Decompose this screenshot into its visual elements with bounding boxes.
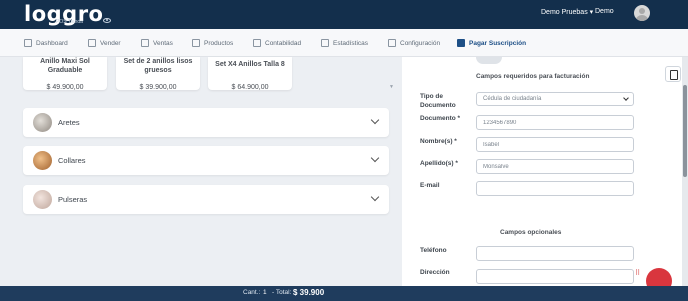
nav-productos[interactable]: Productos — [192, 39, 233, 47]
nav-contabilidad[interactable]: Contabilidad — [253, 39, 301, 47]
email-label: E-mail — [420, 182, 440, 189]
scrollbar-thumb[interactable] — [683, 85, 687, 177]
document-input[interactable] — [476, 115, 634, 130]
category-image — [33, 151, 52, 170]
logo-subtitle: POS Tienda — [56, 19, 83, 25]
avatar[interactable] — [634, 5, 650, 21]
nav-dashboard[interactable]: Dashboard — [24, 39, 68, 47]
apps-grid-icon[interactable]: ⠿ — [635, 270, 641, 280]
nav-estadisticas[interactable]: Estadísticas — [321, 39, 368, 47]
chevron-down-icon — [623, 95, 629, 101]
category-collares[interactable]: Collares — [23, 146, 389, 175]
sales-icon — [141, 39, 149, 47]
required-fields-title: Campos requeridos para facturación — [476, 73, 590, 80]
total-value: $ 39.900 — [293, 288, 325, 297]
dashboard-icon — [24, 39, 32, 47]
chevron-down-icon[interactable] — [370, 115, 380, 125]
category-pulseras[interactable]: Pulseras — [23, 185, 389, 214]
mode-label: Demo — [595, 8, 614, 15]
card-icon — [457, 39, 465, 47]
accounting-icon — [253, 39, 261, 47]
doc-type-label: Tipo de Documento — [420, 93, 456, 109]
nav-ventas[interactable]: Ventas — [141, 39, 173, 47]
nav-configuracion[interactable]: Configuración — [388, 39, 440, 47]
email-input[interactable] — [476, 181, 634, 196]
nav-vender[interactable]: Vender — [88, 39, 121, 47]
store-selector[interactable]: Demo Pruebas ▾ — [541, 8, 593, 16]
cart-summary-bar[interactable]: Cant.: 1 - Total: $ 39.900 — [0, 286, 688, 301]
product-name: Set de 2 anillos lisos gruesos — [123, 58, 193, 74]
product-price: $ 64.900,00 — [231, 84, 269, 91]
phone-input[interactable] — [476, 246, 634, 261]
category-aretes[interactable]: Aretes — [23, 108, 389, 137]
stats-icon — [321, 39, 329, 47]
quantity-label: Cant.: — [243, 289, 261, 296]
chevron-down-icon[interactable] — [370, 192, 380, 202]
product-price: $ 49.900,00 — [46, 84, 84, 91]
category-image — [33, 113, 52, 132]
products-icon — [192, 39, 200, 47]
category-image — [33, 190, 52, 209]
main-nav: Dashboard Vender Ventas Productos Contab… — [0, 29, 688, 57]
doc-type-value: Cédula de ciudadanía — [483, 96, 542, 102]
category-label: Aretes — [58, 118, 80, 127]
first-name-label: Nombre(s) * — [420, 138, 457, 145]
cart-icon — [88, 39, 96, 47]
vertical-scrollbar[interactable] — [682, 57, 688, 286]
phone-label: Teléfono — [420, 247, 447, 254]
product-panel: Anillo Maxi Sol Graduable $ 49.900,00 Se… — [0, 57, 402, 286]
last-name-input[interactable] — [476, 159, 634, 174]
product-card[interactable]: Set de 2 anillos lisos gruesos $ 39.900,… — [116, 57, 200, 91]
doc-type-select[interactable]: Cédula de ciudadanía — [476, 92, 634, 106]
product-card[interactable]: Set X4 Anillos Talla 8 $ 64.900,00 — [208, 57, 292, 91]
scroll-down-icon[interactable]: ▼ — [389, 84, 394, 90]
quantity-value: 1 — [263, 289, 267, 296]
nav-pagar-suscripcion[interactable]: Pagar Suscripción — [457, 39, 526, 47]
first-name-input[interactable] — [476, 137, 634, 152]
optional-fields-title: Campos opcionales — [500, 229, 562, 236]
address-label: Dirección — [420, 269, 450, 276]
last-name-label: Apellido(s) * — [420, 160, 458, 167]
billing-form-panel: Campos requeridos para facturación Tipo … — [402, 57, 688, 286]
product-card[interactable]: Anillo Maxi Sol Graduable $ 49.900,00 — [23, 57, 107, 91]
settings-icon — [388, 39, 396, 47]
product-name: Set X4 Anillos Talla 8 — [215, 61, 285, 68]
category-label: Collares — [58, 156, 86, 165]
category-label: Pulseras — [58, 195, 88, 204]
total-label: - Total: — [272, 289, 292, 296]
address-input[interactable] — [476, 269, 634, 284]
top-bar: loggro POS Tienda Demo Pruebas ▾ Demo — [0, 0, 688, 29]
toggle-switch[interactable] — [476, 57, 502, 64]
eye-icon[interactable] — [103, 18, 111, 23]
chevron-down-icon[interactable] — [370, 153, 380, 163]
product-name: Anillo Maxi Sol Graduable — [40, 58, 90, 74]
document-label: Documento * — [420, 115, 461, 122]
product-price: $ 39.900,00 — [139, 84, 177, 91]
document-icon-button[interactable] — [665, 66, 681, 82]
